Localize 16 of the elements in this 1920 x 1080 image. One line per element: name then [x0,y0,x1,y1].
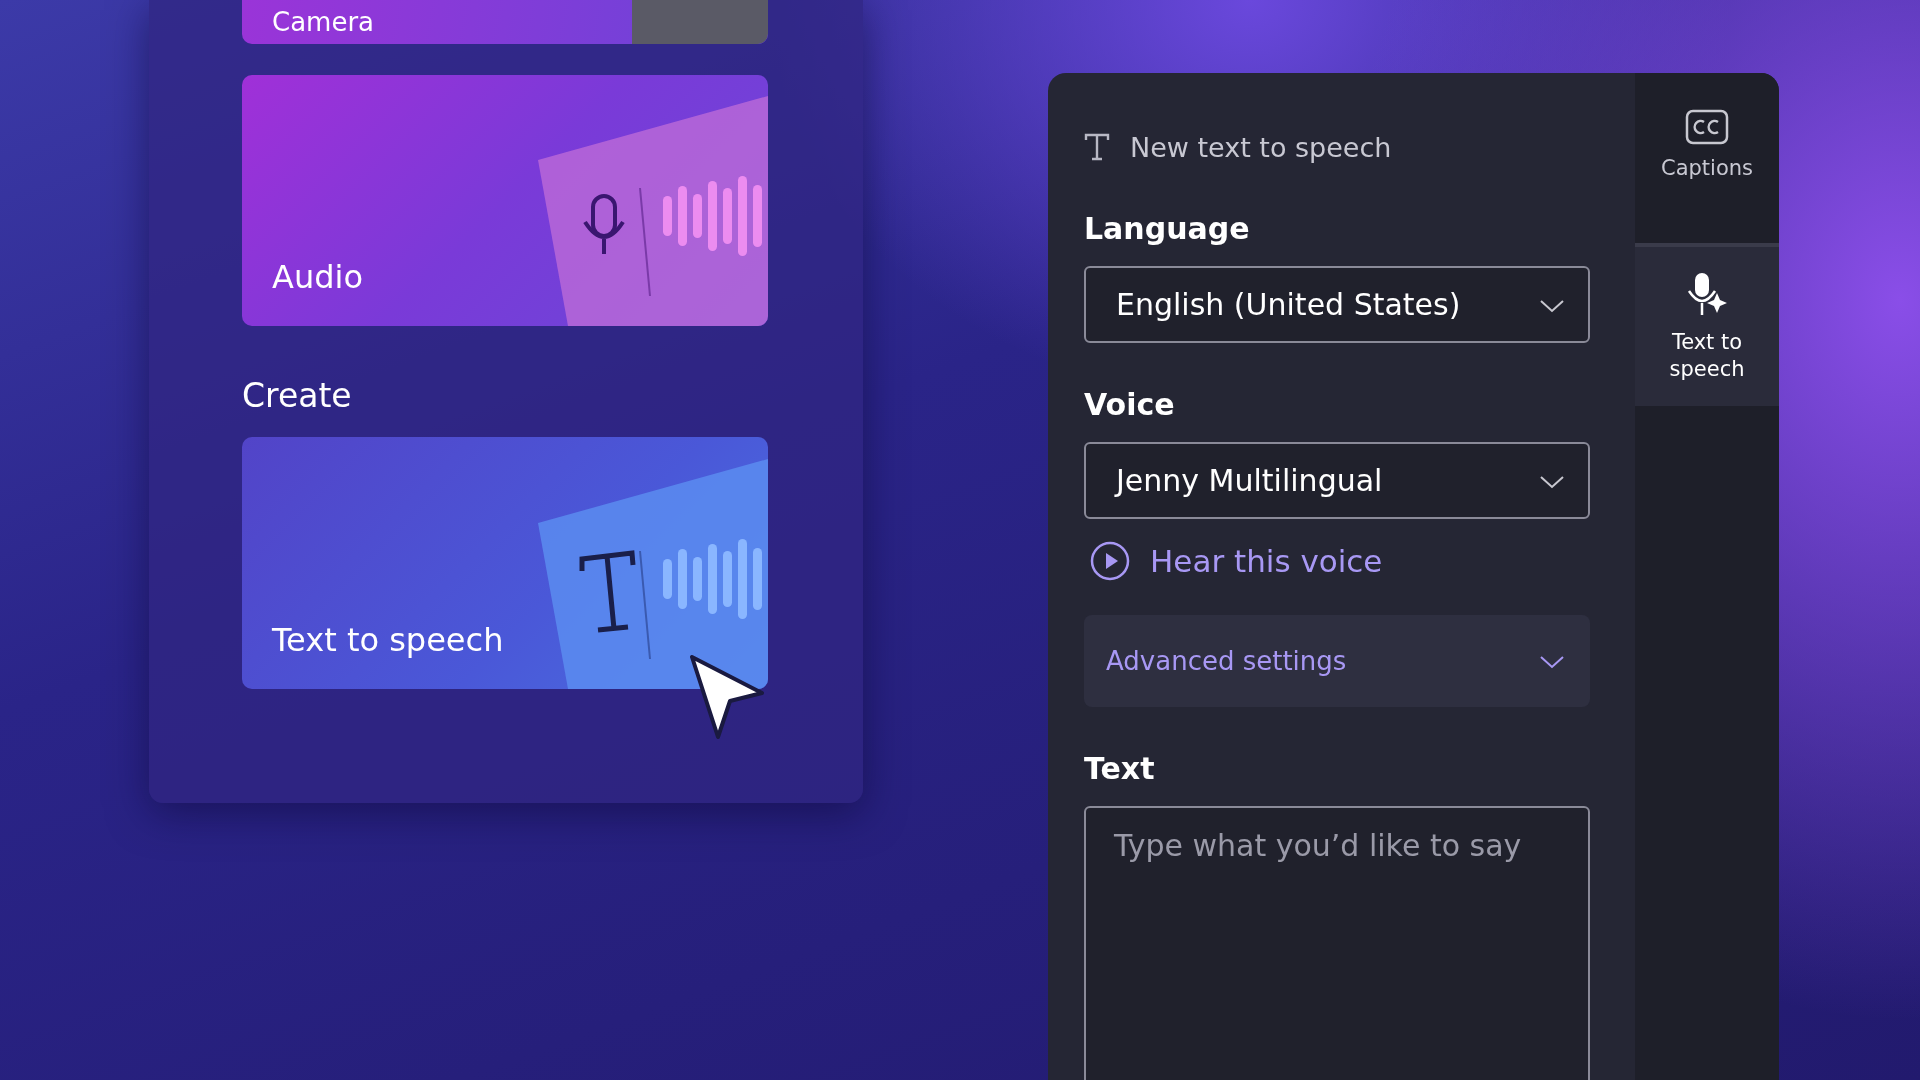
field-label: Text [1084,751,1156,786]
dropdown[interactable]: Jenny Multilingual [1084,442,1590,519]
section-heading: Create [242,376,353,415]
field-label: Voice [1084,387,1176,422]
dropdown[interactable]: English (United States) [1084,266,1590,343]
hear-voice-link[interactable]: Hear this voice [1084,519,1383,581]
text-icon [1084,132,1110,162]
text-input-field[interactable]: Type what you’d like to say [1084,806,1590,1080]
camera-card[interactable]: Camera [242,0,768,44]
captions-icon [1685,109,1729,145]
audio-card[interactable]: Audio [242,75,768,326]
panel-title: New text to speech [1130,131,1392,163]
play-icon [1090,541,1130,581]
advanced-settings-toggle[interactable]: Advanced settings [1084,615,1590,707]
field-label: Language [1084,211,1251,246]
sidebar-tab[interactable]: Text to speech [1635,247,1779,406]
